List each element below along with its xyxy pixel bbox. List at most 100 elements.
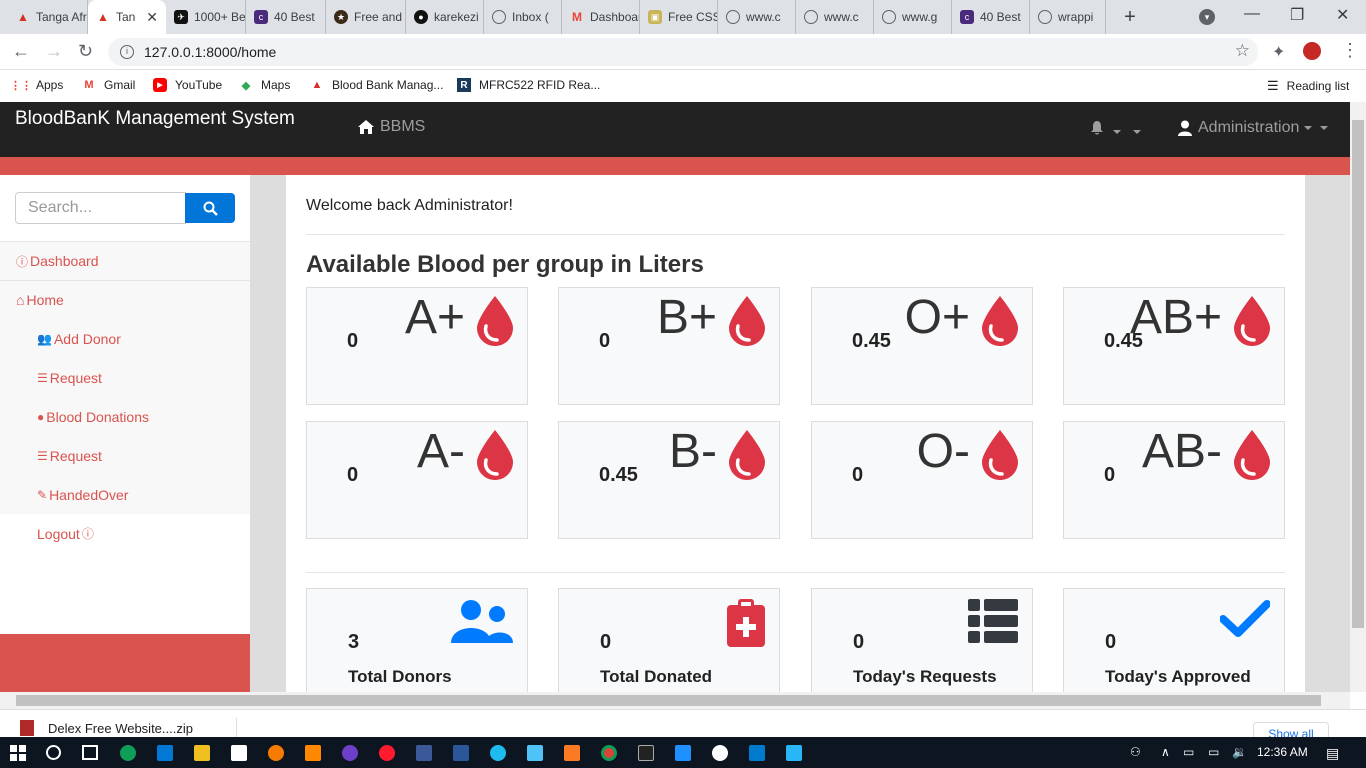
clock[interactable]: 12:36 AM	[1257, 745, 1308, 759]
brand-title[interactable]: BloodBanK Management System	[15, 108, 295, 130]
people-icon[interactable]: ⚇	[1130, 745, 1141, 759]
sidebar-item-request[interactable]: ☰ Request	[0, 358, 250, 397]
restore-icon[interactable]: ❐	[1290, 5, 1304, 25]
browser-menu-icon[interactable]: ⋮	[1341, 40, 1359, 61]
browser-tab[interactable]: ▲ Tanga Afr	[8, 0, 88, 34]
task-view-icon[interactable]	[82, 745, 98, 760]
vscode-icon[interactable]	[749, 745, 765, 761]
ie-icon[interactable]	[490, 745, 506, 761]
browser-tab[interactable]: c 40 Best	[246, 0, 326, 34]
blood-quantity: 0	[852, 464, 864, 486]
reading-list-icon: ☰	[1267, 78, 1279, 93]
sidebar-item-handed-over[interactable]: ✎ HandedOver	[0, 475, 250, 514]
close-tab-icon[interactable]: ✕	[146, 9, 158, 26]
close-window-icon[interactable]: ✕	[1336, 5, 1349, 25]
notifications-dropdown[interactable]	[1090, 121, 1141, 139]
chrome-icon[interactable]	[601, 745, 617, 761]
back-icon[interactable]: ←	[12, 41, 30, 62]
battery-icon[interactable]: ▭	[1208, 745, 1219, 759]
sidebar-item-blood-donations[interactable]: ● Blood Donations	[0, 397, 250, 436]
browser-tab[interactable]: www.c	[718, 0, 796, 34]
bookmark-gmail[interactable]: M Gmail	[82, 78, 135, 92]
sidebar-item-add-donor[interactable]: 👥 Add Donor	[0, 319, 250, 358]
browser-tab[interactable]: ★ Free and	[326, 0, 406, 34]
browser-tab[interactable]: ✈1000+ Best	[166, 0, 246, 34]
windows-start-icon[interactable]	[10, 745, 26, 761]
stat-label: Today's Approved	[1105, 667, 1251, 686]
browser-tab[interactable]: Inbox (	[484, 0, 562, 34]
bookmark-apps[interactable]: ⋮⋮ Apps	[10, 78, 63, 92]
browser-tab[interactable]: www.g	[874, 0, 952, 34]
chevron-up-icon[interactable]: ∧	[1161, 745, 1170, 759]
stat-label: Total Donors	[348, 667, 452, 686]
search-app-icon[interactable]	[268, 745, 284, 761]
terminal-icon[interactable]	[638, 745, 654, 761]
divider	[306, 234, 1285, 235]
sidebar-item-request-2[interactable]: ☰ Request	[0, 436, 250, 475]
vlc-icon[interactable]	[305, 745, 321, 761]
url-input[interactable]: i 127.0.0.1:8000/home ☆	[108, 38, 1258, 66]
browser-tab[interactable]: c 40 Best	[952, 0, 1030, 34]
vertical-scrollbar-thumb[interactable]	[1352, 120, 1364, 628]
notes-icon[interactable]	[527, 745, 543, 761]
browser-tab-active[interactable]: ▲Tanga✕	[88, 0, 166, 34]
address-bar-row: ← → ↻ i 127.0.0.1:8000/home ☆ ✦ ⋮	[0, 34, 1366, 70]
browser-tab[interactable]: wrappi	[1030, 0, 1106, 34]
word-icon[interactable]	[453, 745, 469, 761]
xampp-icon[interactable]	[564, 745, 580, 761]
reading-list[interactable]: ☰ Reading list	[1267, 78, 1349, 94]
edit-icon: ✎	[37, 487, 48, 502]
github-desktop-icon[interactable]	[342, 745, 358, 761]
facebook-icon[interactable]	[416, 745, 432, 761]
bookmarks-bar: ⋮⋮ Apps M Gmail ▶ YouTube ◆ Maps ▲ Blood Bank…	[0, 70, 1366, 102]
edge-icon[interactable]	[120, 745, 136, 761]
browser-tab[interactable]: ▣ Free CSS	[640, 0, 718, 34]
opera-icon[interactable]	[379, 745, 395, 761]
settings-icon[interactable]	[712, 745, 728, 761]
bookmark-blood-bank[interactable]: ▲ Blood Bank Manag...	[310, 78, 444, 92]
profile-avatar[interactable]	[1303, 42, 1321, 60]
mail-icon[interactable]	[157, 745, 173, 761]
blood-group-card: 0 A-	[306, 421, 528, 539]
notifications-icon[interactable]: ▤	[1326, 745, 1339, 762]
app-icon[interactable]	[675, 745, 691, 761]
network-icon[interactable]: ▭	[1183, 745, 1194, 759]
search-input[interactable]	[15, 192, 186, 224]
windows-taskbar: ⚇ ∧ ▭ ▭ 🔉 12:36 AM ▤	[0, 737, 1366, 768]
search-button[interactable]	[185, 193, 235, 223]
users-icon: 👥	[37, 331, 52, 346]
new-tab-button[interactable]: +	[1120, 6, 1140, 29]
tab-search-icon[interactable]: ▾	[1199, 9, 1215, 25]
app-navbar: BloodBanK Management System BBMS Adminis…	[0, 102, 1350, 157]
forward-icon[interactable]: →	[45, 41, 63, 62]
bookmark-star-icon[interactable]: ☆	[1235, 41, 1250, 61]
list-icon: ☰	[37, 448, 48, 463]
sidebar-item-dashboard[interactable]: ⓘ Dashboard	[0, 241, 250, 280]
blood-group-label: A-	[417, 425, 465, 478]
tab-favicon-icon: c	[960, 10, 974, 24]
minimize-icon[interactable]: —	[1244, 5, 1260, 23]
bookmark-mfrc522[interactable]: R MFRC522 RFID Rea...	[457, 78, 600, 92]
stat-value: 0	[600, 631, 612, 653]
admin-dropdown[interactable]: Administration	[1178, 119, 1329, 137]
app2-icon[interactable]	[786, 745, 802, 761]
volume-icon[interactable]: 🔉	[1232, 745, 1247, 759]
store-icon[interactable]	[231, 745, 247, 761]
blood-quantity: 0.45	[852, 330, 891, 352]
extensions-icon[interactable]: ✦	[1272, 42, 1285, 62]
bookmark-youtube[interactable]: ▶ YouTube	[153, 78, 222, 92]
sidebar-item-home[interactable]: ⌂ Home	[0, 280, 250, 319]
browser-tab[interactable]: www.c	[796, 0, 874, 34]
browser-tab[interactable]: ● karekezi	[406, 0, 484, 34]
download-item[interactable]: Delex Free Website....zip	[20, 720, 193, 736]
home-link[interactable]: BBMS	[357, 118, 425, 136]
browser-tab[interactable]: MDashboard	[562, 0, 640, 34]
sidebar-item-logout[interactable]: Logout ⓘ	[0, 514, 250, 553]
search-taskbar-icon[interactable]	[46, 745, 61, 760]
horizontal-scrollbar-thumb[interactable]	[16, 695, 1321, 706]
globe-icon	[726, 10, 740, 24]
reload-icon[interactable]: ↻	[78, 41, 93, 62]
site-info-icon[interactable]: i	[120, 45, 134, 59]
bookmark-maps[interactable]: ◆ Maps	[239, 78, 291, 92]
folder-icon[interactable]	[194, 745, 210, 761]
